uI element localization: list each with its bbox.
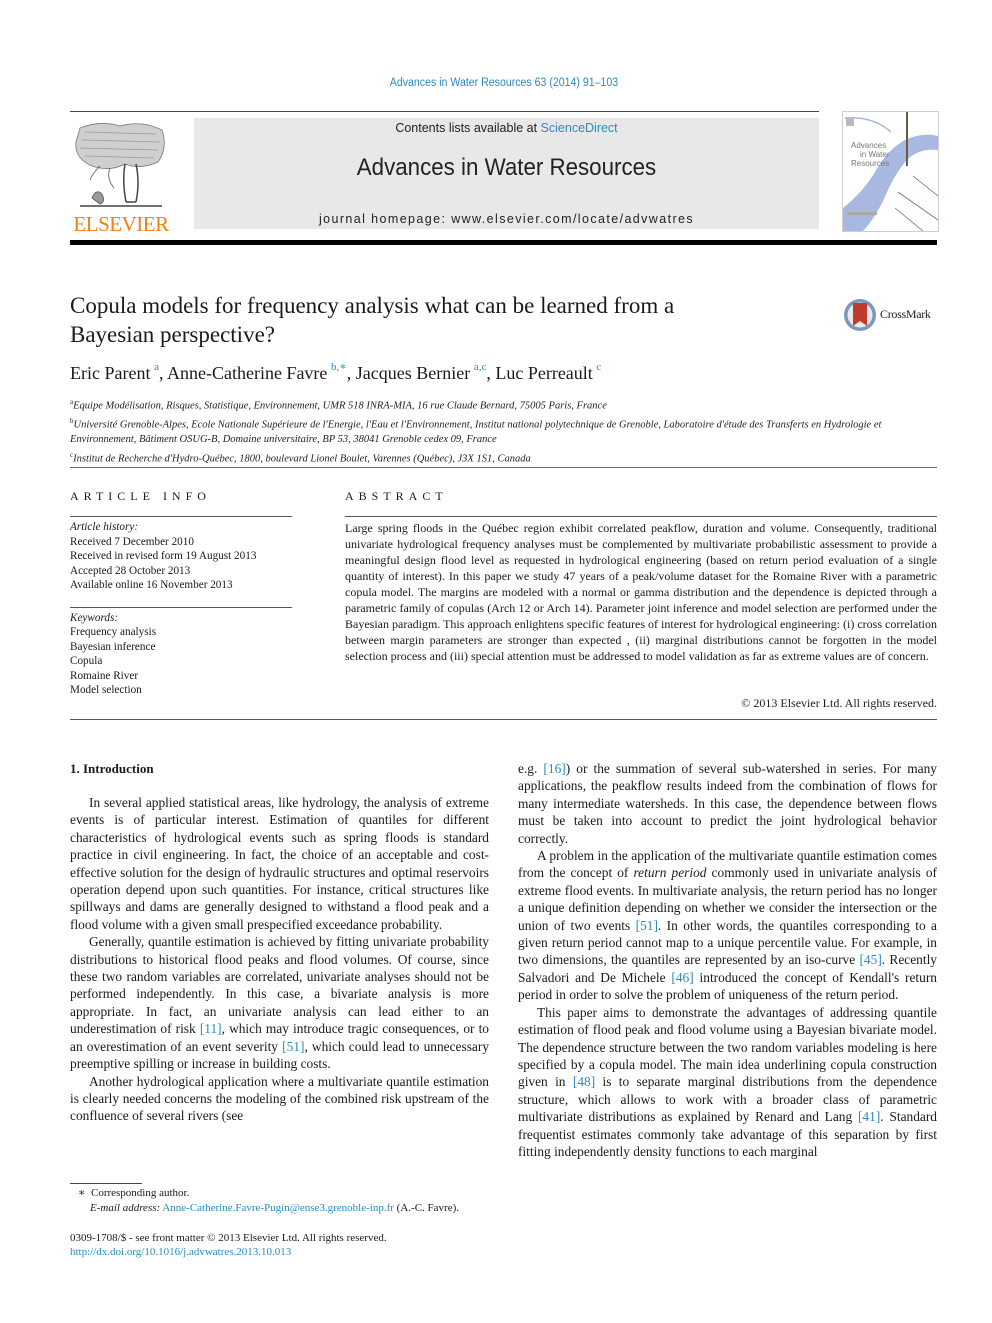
body-text: ) or the summation of several sub-waters… bbox=[518, 761, 937, 846]
keyword-item: Copula bbox=[70, 655, 103, 668]
citation-link[interactable]: [41] bbox=[858, 1109, 880, 1124]
author-affiliation-mark[interactable]: a bbox=[154, 361, 159, 373]
cover-title-line-1: Advances bbox=[851, 141, 886, 150]
author-affiliation-mark[interactable]: a,c bbox=[474, 361, 487, 373]
citation-link[interactable]: [16] bbox=[543, 761, 565, 776]
corresponding-text: Corresponding author. bbox=[90, 1187, 190, 1199]
article-history-label: Article history: bbox=[70, 521, 139, 533]
journal-title: Advances in Water Resources bbox=[356, 154, 657, 181]
abstract-copyright: © 2013 Elsevier Ltd. All rights reserved… bbox=[741, 696, 937, 710]
body-paragraph: In several applied statistical areas, li… bbox=[70, 794, 489, 933]
article-title: Copula models for frequency analysis wha… bbox=[70, 293, 675, 347]
affiliations-divider bbox=[70, 467, 937, 468]
email-note: E-mail address: Anne-Catherine.Favre-Pug… bbox=[70, 1201, 500, 1216]
citation-link[interactable]: [48] bbox=[573, 1074, 595, 1089]
body-column-left: In several applied statistical areas, li… bbox=[70, 794, 489, 1125]
author-name[interactable]: Eric Parent bbox=[70, 363, 150, 383]
elsevier-wordmark: ELSEVIER bbox=[73, 212, 169, 236]
affiliation-item: bUniversité Grenoble-Alpes, Ecole Nation… bbox=[70, 414, 940, 448]
keyword-item: Bayesian inference bbox=[70, 640, 156, 653]
history-item: Accepted 28 October 2013 bbox=[70, 564, 191, 577]
journal-cover-icon: Advances in Water Resources bbox=[843, 112, 938, 231]
sciencedirect-link[interactable]: ScienceDirect bbox=[541, 121, 618, 135]
author-list: Eric Parent a, Anne-Catherine Favre b,∗,… bbox=[70, 361, 602, 383]
journal-reference-link[interactable]: Advances in Water Resources 63 (2014) 91… bbox=[40, 77, 967, 89]
affiliation-text: Institut de Recherche d'Hydro-Québec, 18… bbox=[73, 453, 531, 464]
contents-line: Contents lists available at ScienceDirec… bbox=[194, 121, 819, 135]
body-text: In several applied statistical areas, li… bbox=[70, 795, 489, 932]
abstract-heading: ABSTRACT bbox=[345, 489, 448, 503]
keywords-label: Keywords: bbox=[70, 612, 119, 624]
elsevier-tree-icon bbox=[75, 123, 165, 207]
citation-link[interactable]: [46] bbox=[671, 970, 693, 985]
body-paragraph: This paper aims to demonstrate the advan… bbox=[518, 1004, 937, 1161]
issn-block: 0309-1708/$ - see front matter © 2013 El… bbox=[70, 1231, 500, 1259]
crossmark-icon bbox=[844, 299, 876, 331]
article-info-heading: ARTICLE INFO bbox=[70, 489, 211, 503]
body-paragraph: A problem in the application of the mult… bbox=[518, 847, 937, 1004]
elsevier-logo[interactable]: ELSEVIER bbox=[70, 118, 172, 236]
citation-link[interactable]: [45] bbox=[859, 952, 881, 967]
author-name[interactable]: Luc Perreault bbox=[495, 363, 592, 383]
article-history: Article history: Received 7 December 201… bbox=[70, 520, 300, 593]
affiliation-text: Université Grenoble-Alpes, Ecole Nationa… bbox=[70, 419, 882, 446]
corresponding-mark: ∗ bbox=[78, 1187, 86, 1199]
issn-line: 0309-1708/$ - see front matter © 2013 El… bbox=[70, 1232, 387, 1244]
journal-homepage-link[interactable]: journal homepage: www.elsevier.com/locat… bbox=[194, 212, 819, 226]
article-info-divider bbox=[70, 516, 292, 517]
citation-link[interactable]: [51] bbox=[636, 918, 658, 933]
corresponding-author-note: ∗ Corresponding author. bbox=[70, 1186, 500, 1201]
body-paragraph: Another hydrological application where a… bbox=[70, 1073, 489, 1125]
history-item: Available online 16 November 2013 bbox=[70, 579, 233, 591]
history-item: Received in revised form 19 August 2013 bbox=[70, 550, 257, 562]
affiliation-text: Equipe Modélisation, Risques, Statistiqu… bbox=[73, 400, 607, 412]
email-label: E-mail address: bbox=[90, 1201, 161, 1214]
citation-link[interactable]: [11] bbox=[200, 1021, 222, 1036]
body-column-right: e.g. [16]) or the summation of several s… bbox=[518, 760, 937, 1160]
section-heading: 1. Introduction bbox=[70, 761, 154, 776]
author-affiliation-mark[interactable]: c bbox=[596, 361, 601, 373]
email-suffix: (A.-C. Favre). bbox=[393, 1201, 459, 1214]
crossmark-label: CrossMark bbox=[880, 307, 931, 321]
cover-title-line-2: in Water bbox=[860, 150, 890, 159]
affiliation-item: aEquipe Modélisation, Risques, Statistiq… bbox=[70, 395, 940, 414]
citation-link[interactable]: [51] bbox=[282, 1039, 304, 1054]
header-thick-rule bbox=[70, 240, 937, 245]
keyword-item: Frequency analysis bbox=[70, 626, 157, 639]
keyword-item: Romaine River bbox=[70, 669, 139, 682]
affiliations: aEquipe Modélisation, Risques, Statistiq… bbox=[70, 395, 940, 467]
author-name[interactable]: Jacques Bernier bbox=[356, 363, 470, 383]
body-text: e.g. bbox=[518, 761, 544, 776]
footnote-divider bbox=[70, 1183, 142, 1184]
history-item: Received 7 December 2010 bbox=[70, 535, 194, 548]
keyword-item: Model selection bbox=[70, 684, 142, 697]
front-matter-divider bbox=[70, 719, 937, 720]
footnotes: ∗ Corresponding author. E-mail address: … bbox=[70, 1186, 500, 1215]
author-name[interactable]: Anne-Catherine Favre bbox=[167, 363, 327, 383]
body-paragraph: e.g. [16]) or the summation of several s… bbox=[518, 760, 937, 847]
crossmark-button[interactable]: CrossMark bbox=[843, 298, 943, 334]
header-divider bbox=[70, 111, 819, 112]
author-email-link[interactable]: Anne-Catherine.Favre-Pugin@ense3.grenobl… bbox=[162, 1202, 394, 1214]
doi-link[interactable]: http://dx.doi.org/10.1016/j.advwatres.20… bbox=[70, 1246, 291, 1258]
abstract-divider bbox=[345, 516, 937, 517]
affiliation-item: cInstitut de Recherche d'Hydro-Québec, 1… bbox=[70, 448, 940, 467]
abstract-text: Large spring floods in the Québec region… bbox=[345, 521, 937, 664]
journal-header-band: Contents lists available at ScienceDirec… bbox=[194, 118, 819, 229]
author-affiliation-mark[interactable]: b,∗ bbox=[331, 361, 347, 373]
keywords: Keywords: Frequency analysis Bayesian in… bbox=[70, 611, 300, 697]
body-text: Another hydrological application where a… bbox=[70, 1073, 489, 1124]
emphasis-text: return period bbox=[633, 865, 707, 881]
cover-title-line-3: Resources bbox=[851, 159, 889, 168]
contents-prefix: Contents lists available at bbox=[395, 121, 541, 135]
body-paragraph: Generally, quantile estimation is achiev… bbox=[70, 933, 489, 1072]
journal-cover-thumbnail[interactable]: Advances in Water Resources bbox=[842, 111, 939, 232]
keywords-divider bbox=[70, 607, 292, 608]
